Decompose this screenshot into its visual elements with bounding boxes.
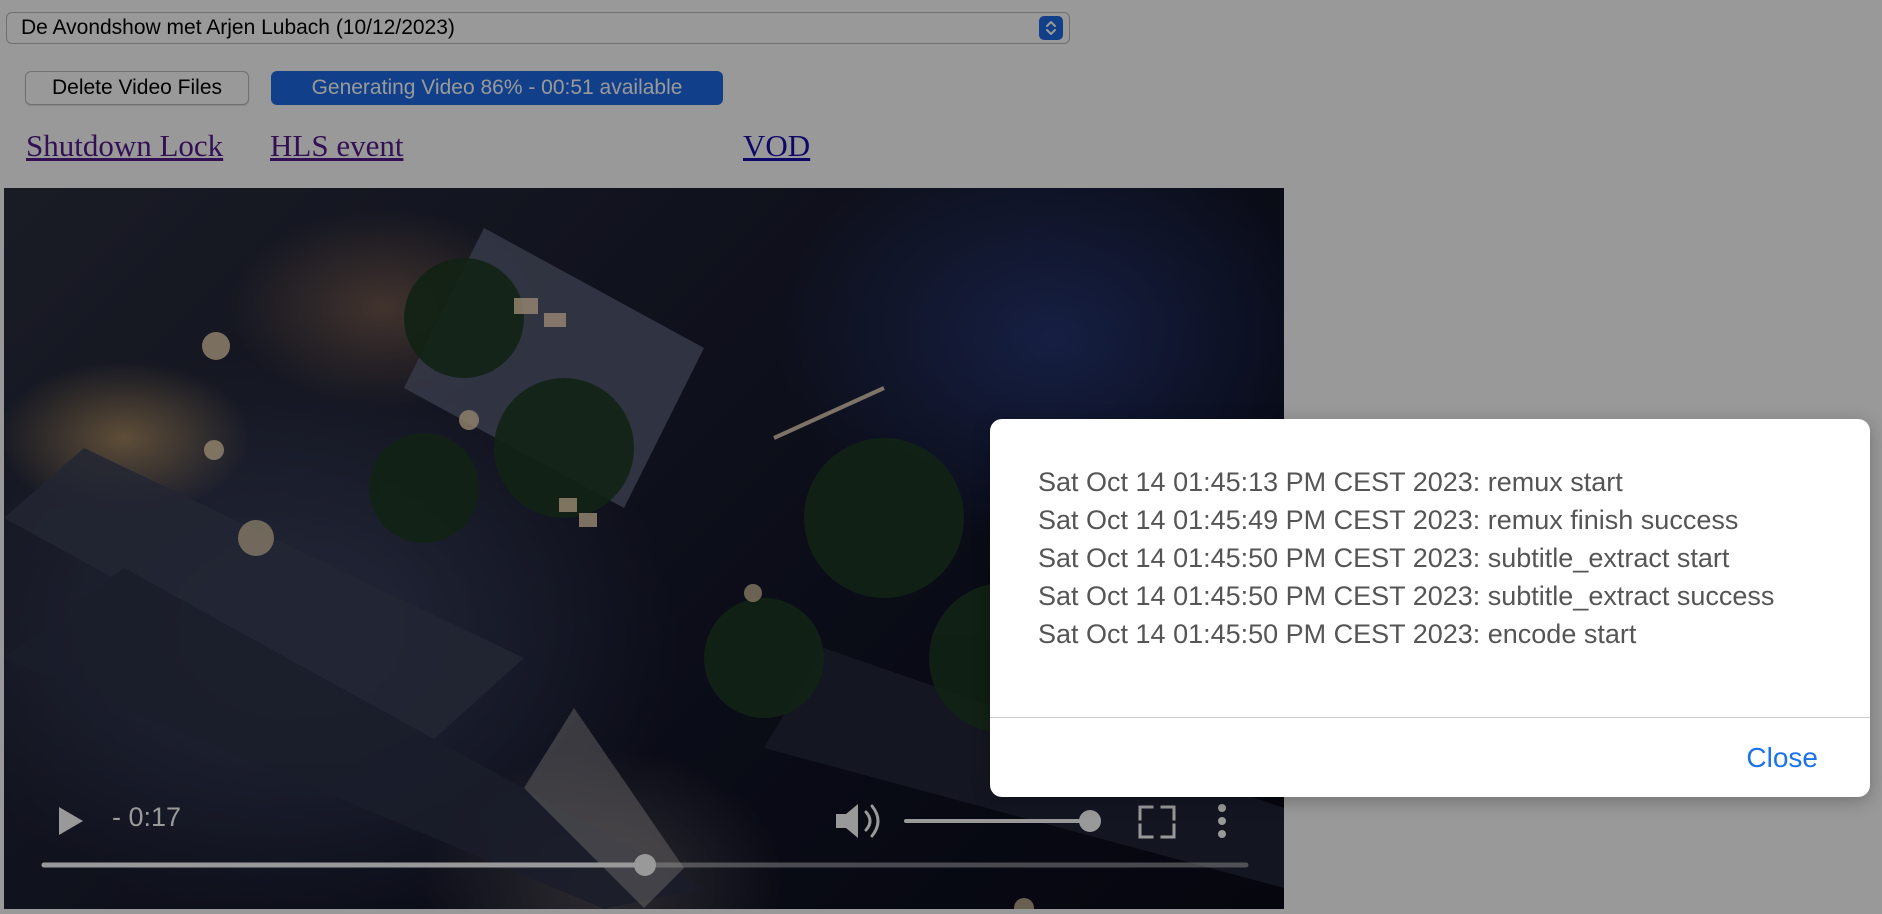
- close-button[interactable]: Close: [1746, 742, 1818, 774]
- log-line: Sat Oct 14 01:45:13 PM CEST 2023: remux …: [1038, 467, 1623, 497]
- log-line: Sat Oct 14 01:45:50 PM CEST 2023: subtit…: [1038, 581, 1775, 611]
- dialog-divider: [990, 717, 1870, 718]
- log-list: Sat Oct 14 01:45:13 PM CEST 2023: remux …: [1038, 463, 1774, 653]
- log-line: Sat Oct 14 01:45:50 PM CEST 2023: encode…: [1038, 619, 1637, 649]
- log-line: Sat Oct 14 01:45:50 PM CEST 2023: subtit…: [1038, 543, 1730, 573]
- log-line: Sat Oct 14 01:45:49 PM CEST 2023: remux …: [1038, 505, 1739, 535]
- log-dialog: Sat Oct 14 01:45:13 PM CEST 2023: remux …: [990, 419, 1870, 797]
